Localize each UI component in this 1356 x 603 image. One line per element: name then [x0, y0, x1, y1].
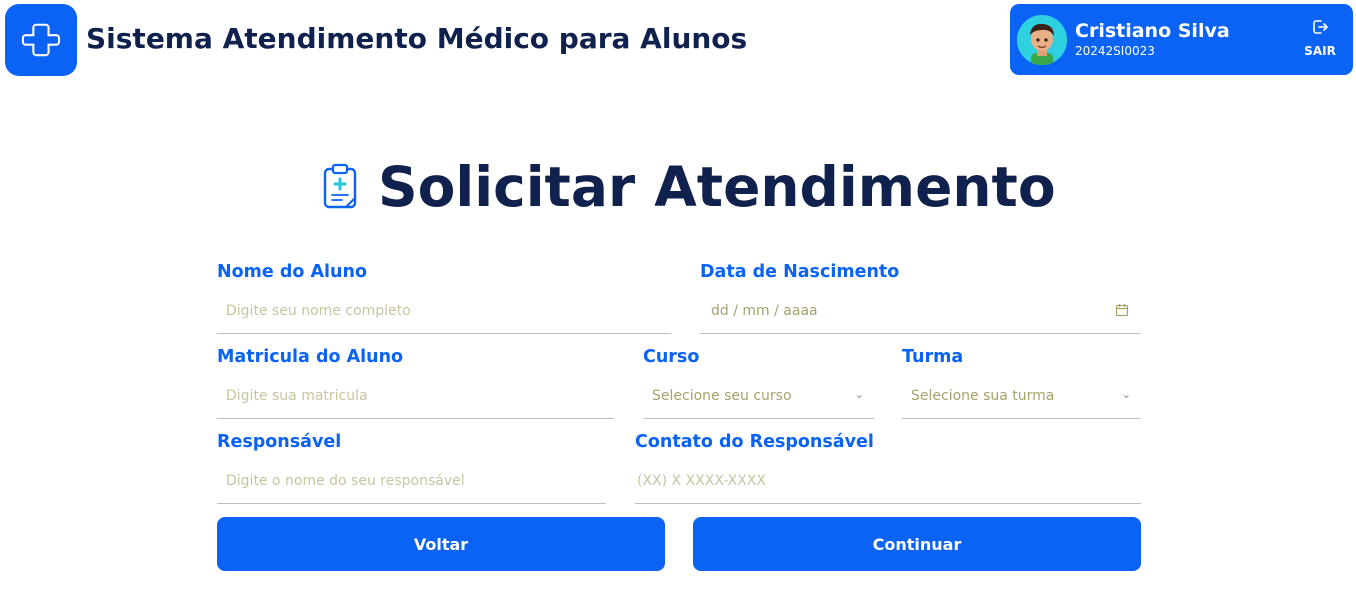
nascimento-placeholder: dd / mm / aaaa — [711, 303, 818, 319]
avatar[interactable] — [1017, 15, 1067, 65]
user-card: Cristiano Silva 20242SI0023 SAIR — [1010, 4, 1353, 75]
nome-placeholder: Digite seu nome completo — [226, 303, 411, 319]
curso-select[interactable]: Selecione seu curso ⌄ — [643, 374, 874, 419]
back-button[interactable]: Voltar — [217, 517, 665, 571]
turma-select[interactable]: Selecione sua turma ⌄ — [902, 374, 1141, 419]
logout-icon — [1313, 20, 1328, 34]
nascimento-date-input[interactable]: dd / mm / aaaa — [700, 289, 1141, 334]
responsavel-input[interactable]: Digite o nome do seu responsável — [217, 459, 606, 504]
nome-input[interactable]: Digite seu nome completo — [217, 289, 671, 334]
matricula-input[interactable]: Digite sua matricula — [217, 374, 614, 419]
chevron-down-icon: ⌄ — [854, 388, 864, 401]
contato-placeholder: (XX) X XXXX-XXXX — [637, 473, 766, 489]
curso-selected: Selecione seu curso — [652, 388, 792, 404]
responsavel-placeholder: Digite o nome do seu responsável — [226, 473, 465, 489]
clipboard-medical-icon — [323, 163, 357, 209]
logout-label: SAIR — [1304, 44, 1336, 58]
matricula-placeholder: Digite sua matricula — [226, 388, 368, 404]
curso-field-group: Curso Selecione seu curso ⌄ — [643, 347, 874, 419]
turma-field-group: Turma Selecione sua turma ⌄ — [902, 347, 1141, 419]
contato-field-group: Contato do Responsável (XX) X XXXX-XXXX — [635, 432, 1141, 504]
page-title: Solicitar Atendimento — [378, 155, 1056, 219]
matricula-label: Matricula do Aluno — [217, 347, 404, 367]
continue-button[interactable]: Continuar — [693, 517, 1141, 571]
chevron-down-icon: ⌄ — [1121, 388, 1131, 401]
matricula-field-group: Matricula do Aluno Digite sua matricula — [217, 347, 614, 419]
nome-field-group: Nome do Aluno Digite seu nome completo — [217, 262, 671, 334]
contato-input[interactable]: (XX) X XXXX-XXXX — [635, 459, 1141, 504]
nascimento-field-group: Data de Nascimento dd / mm / aaaa — [700, 262, 1141, 334]
contato-label: Contato do Responsável — [635, 432, 874, 452]
turma-label: Turma — [902, 347, 964, 367]
turma-selected: Selecione sua turma — [911, 388, 1055, 404]
avatar-image — [1017, 15, 1067, 65]
nome-label: Nome do Aluno — [217, 262, 367, 282]
curso-label: Curso — [643, 347, 700, 367]
logout-button[interactable]: SAIR — [1294, 18, 1346, 62]
app-logo[interactable] — [5, 4, 77, 76]
medical-cross-icon — [21, 23, 61, 57]
responsavel-field-group: Responsável Digite o nome do seu respons… — [217, 432, 606, 504]
user-id: 20242SI0023 — [1075, 44, 1155, 58]
calendar-icon[interactable] — [1115, 303, 1129, 317]
app-title: Sistema Atendimento Médico para Alunos — [86, 22, 748, 55]
nascimento-label: Data de Nascimento — [700, 262, 900, 282]
responsavel-label: Responsável — [217, 432, 342, 452]
page-heading: Solicitar Atendimento — [322, 152, 1056, 222]
user-name: Cristiano Silva — [1075, 20, 1230, 42]
